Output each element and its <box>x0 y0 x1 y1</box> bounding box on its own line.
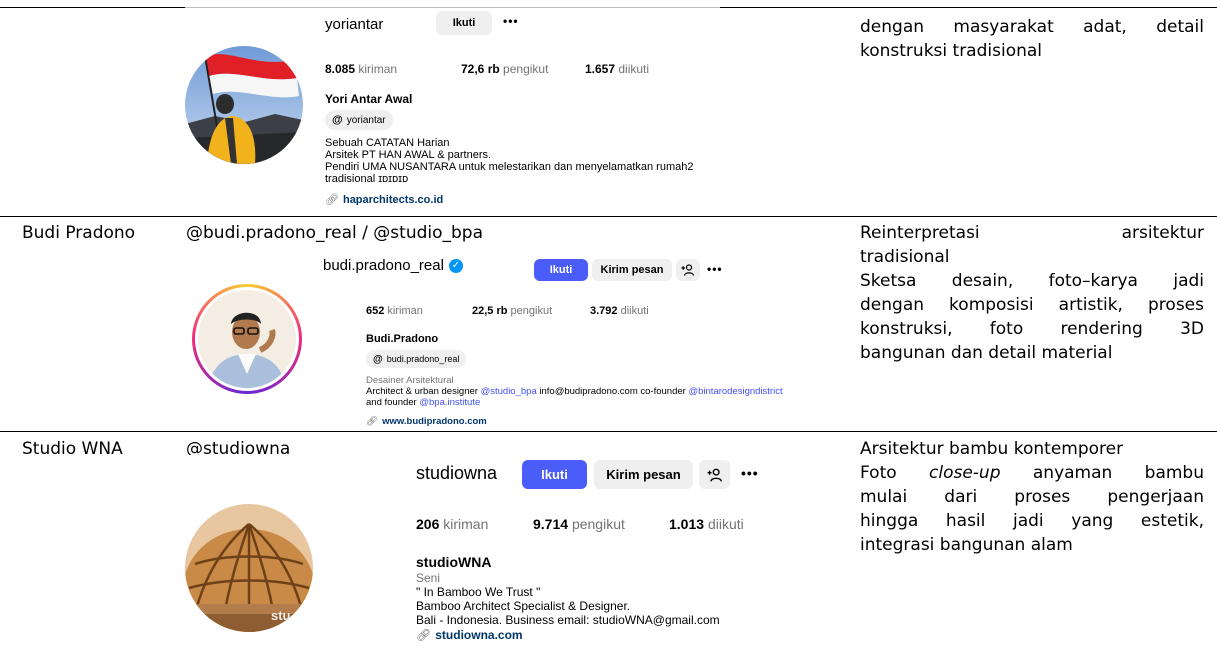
profile-full-name: Yori Antar Awal <box>325 92 413 106</box>
description-line: integrasi bangunan alam <box>860 535 1073 555</box>
suggested-users-button[interactable] <box>699 460 730 489</box>
description-line: Sketsa desain, foto–karya jadi <box>860 271 1204 291</box>
link-icon: 🔗︎ <box>416 628 432 642</box>
row-3-description: Arsitektur bambu kontemporer Foto close-… <box>860 437 1204 557</box>
description-line: hingga hasil jadi yang estetik, <box>860 511 1204 531</box>
description-line: konstruksi tradisional <box>860 41 1043 61</box>
more-options-icon[interactable]: ••• <box>707 262 723 276</box>
row-2-name: Budi Pradono <box>22 223 136 243</box>
description-line: dengan komposisi artistik, proses <box>860 295 1204 315</box>
profile-link[interactable]: 🔗︎ studiowna.com <box>416 628 523 642</box>
mention-link[interactable]: @studio_bpa <box>481 386 537 397</box>
threads-icon: @ <box>373 353 383 365</box>
profile-full-name: studioWNA <box>416 554 492 570</box>
row-2-handle: @budi.pradono_real / @studio_bpa <box>186 223 484 243</box>
bio-line: Architect & urban designer @studio_bpa i… <box>366 386 783 397</box>
followers-count[interactable]: 72,6 rb pengikut <box>461 62 548 76</box>
posts-count: 652 kiriman <box>366 305 423 317</box>
profile-bio: Sebuah CATATAN Harian Arsitek PT HAN AWA… <box>325 137 693 185</box>
profile-bio: Seni " In Bamboo We Trust " Bamboo Archi… <box>416 571 720 627</box>
profile-screenshot-budi-pradono: budi.pradono_real ✓ Ikuti Kirim pesan •••… <box>185 250 855 430</box>
follow-button[interactable]: Ikuti <box>534 259 588 281</box>
profile-bio: Desainer Arsitektural Architect & urban … <box>366 375 783 408</box>
description-line: Foto close-up anyaman bambu <box>860 463 1204 483</box>
avatar-watermark: stu <box>271 608 291 623</box>
follow-button[interactable]: Ikuti <box>522 460 587 489</box>
following-count[interactable]: 1.657 diikuti <box>585 62 649 76</box>
table-top-rule <box>720 7 1217 8</box>
bio-line: tradisional ɪᴅɪᴅɪᴅ <box>325 173 409 185</box>
description-line: Arsitektur bambu kontemporer <box>860 439 1124 459</box>
link-icon: 🔗︎ <box>325 194 339 205</box>
profile-category: Seni <box>416 571 441 585</box>
followers-count[interactable]: 9.714 pengikut <box>533 516 625 532</box>
avatar-photo-bamboo-dome <box>185 504 313 632</box>
table-top-rule <box>0 7 185 8</box>
profile-screenshot-studiowna: stu studiowna Ikuti Kirim pesan ••• 206 … <box>185 455 785 660</box>
posts-count: 8.085 kiriman <box>325 62 398 76</box>
verified-badge-icon: ✓ <box>448 259 463 274</box>
more-options-icon[interactable]: ••• <box>741 465 759 481</box>
more-options-icon[interactable]: ••• <box>503 14 519 28</box>
threads-handle: budi.pradono_real <box>386 354 460 364</box>
description-line: dengan masyarakat adat, detail <box>860 17 1204 37</box>
bio-line: Bamboo Architect Specialist & Designer. <box>416 599 631 613</box>
avatar: stu <box>185 504 313 632</box>
row-3-name: Studio WNA <box>22 439 123 459</box>
profile-full-name: Budi.Pradono <box>366 333 439 345</box>
profile-category: Desainer Arsitektural <box>366 375 454 386</box>
link-icon: 🔗︎ <box>366 416 379 427</box>
threads-badge[interactable]: @ yoriantar <box>325 110 393 130</box>
bio-line: and founder @bpa.institute <box>366 397 481 408</box>
profile-screenshot-yoriantar: yoriantar Ikuti ••• 8.085 kiriman 72,6 r… <box>185 8 720 205</box>
profile-username[interactable]: yoriantar <box>325 16 383 33</box>
avatar-photo-flag <box>185 46 303 164</box>
suggested-users-button[interactable] <box>676 259 700 281</box>
profile-link[interactable]: 🔗︎ haparchitects.co.id <box>325 193 443 205</box>
follow-button[interactable]: Ikuti <box>436 11 492 35</box>
bio-line: Arsitek PT HAN AWAL & partners. <box>325 149 492 161</box>
description-line: bangunan dan detail material <box>860 343 1113 363</box>
bio-line: Pendiri UMA NUSANTARA untuk melestarikan… <box>325 161 694 173</box>
bio-line: Sebuah CATATAN Harian <box>325 137 450 149</box>
send-message-button[interactable]: Kirim pesan <box>592 259 672 281</box>
mention-link[interactable]: @bintarodesigndistrict <box>688 386 782 397</box>
following-count[interactable]: 3.792 diikuti <box>590 305 649 317</box>
profile-username[interactable]: studiowna <box>416 463 497 484</box>
description-line: tradisional <box>860 247 950 267</box>
profile-link[interactable]: 🔗︎ www.budipradono.com <box>366 416 487 427</box>
avatar <box>185 46 303 164</box>
add-user-icon <box>707 468 722 482</box>
row-divider <box>0 431 1217 432</box>
add-user-icon <box>681 264 695 276</box>
threads-badge[interactable]: @ budi.pradono_real <box>366 350 467 368</box>
posts-count: 206 kiriman <box>416 516 489 532</box>
bio-line: " In Bamboo We Trust " <box>416 585 541 599</box>
send-message-button[interactable]: Kirim pesan <box>594 460 693 489</box>
following-count[interactable]: 1.013 diikuti <box>669 516 744 532</box>
followers-count[interactable]: 22,5 rb pengikut <box>472 305 552 317</box>
avatar-photo-portrait <box>198 290 296 388</box>
threads-icon: @ <box>332 114 343 126</box>
mention-link[interactable]: @bpa.institute <box>419 397 480 408</box>
description-line: konstruksi, foto rendering 3D <box>860 319 1204 339</box>
row-1-description: dengan masyarakat adat, detail konstruks… <box>860 15 1204 63</box>
row-2-description: Reinterpretasi arsitektur tradisional Sk… <box>860 221 1204 365</box>
bio-line: Bali - Indonesia. Business email: studio… <box>416 613 720 627</box>
avatar <box>198 290 296 388</box>
row-divider <box>0 216 1217 217</box>
threads-handle: yoriantar <box>346 114 386 126</box>
profile-username[interactable]: budi.pradono_real ✓ <box>323 257 463 274</box>
description-line: Reinterpretasi arsitektur <box>860 223 1204 243</box>
description-line: mulai dari proses pengerjaan <box>860 487 1204 507</box>
